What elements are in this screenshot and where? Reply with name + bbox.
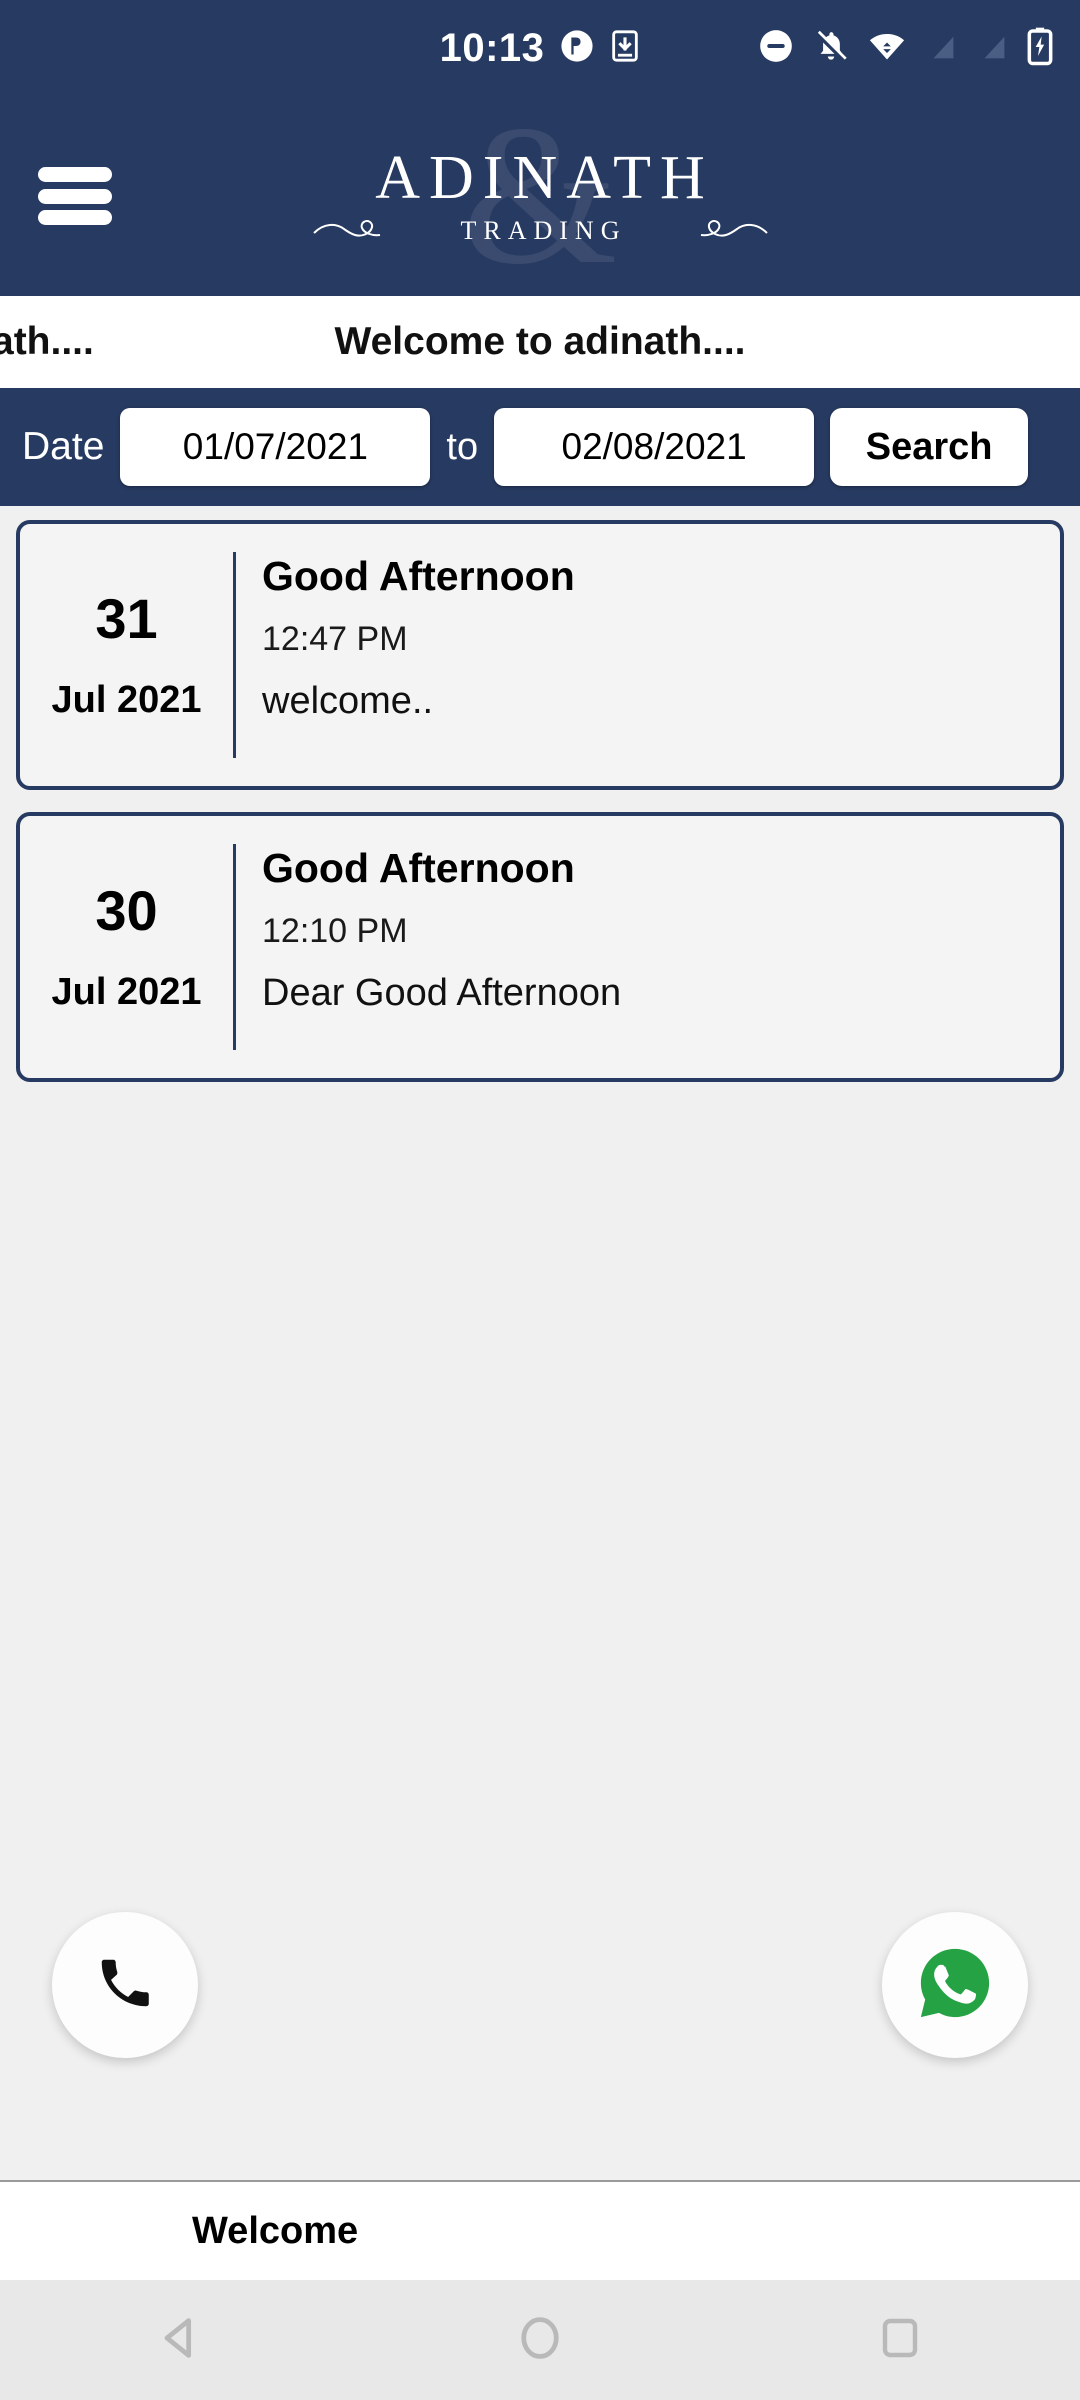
wifi-icon [867,27,907,70]
app-notification-icon [560,29,594,68]
notification-message: Dear Good Afternoon [262,972,622,1015]
status-bar-clock: 10:13 [439,26,545,70]
notification-time: 12:47 PM [262,620,408,659]
search-button[interactable]: Search [830,408,1029,486]
notifications-off-icon [812,27,850,70]
flourish-left-icon [312,219,380,237]
bottom-bar-label: Welcome [192,2209,359,2252]
phone-icon [94,1952,156,2019]
notification-day: 30 [95,879,158,942]
home-circle-icon [514,2312,566,2369]
notification-card[interactable]: 30 Jul 2021 Good Afternoon 12:10 PM Dear… [16,812,1064,1082]
battery-charging-icon [1026,26,1054,71]
notification-title: Good Afternoon [262,553,575,599]
notification-day: 31 [95,587,158,650]
nav-home-button[interactable] [465,2280,615,2400]
status-bar: 10:13 [0,0,1080,96]
date-filter-bar: Date to Search [0,388,1080,506]
brand-logo: & ADINATH TRADING [0,96,1080,296]
marquee-banner: ath.... Welcome to adinath.... [0,296,1080,388]
notification-month-year: Jul 2021 [51,971,202,1013]
sd-card-download-icon [610,29,640,68]
date-to-input[interactable] [494,408,815,486]
notification-message: welcome.. [262,680,434,723]
marquee-text: Welcome to adinath.... [334,320,746,363]
logo-subtitle: TRADING [460,215,627,245]
date-range-separator: to [446,425,479,468]
nav-back-button[interactable] [105,2280,255,2400]
notification-title: Good Afternoon [262,845,575,891]
recents-square-icon [876,2314,924,2367]
back-triangle-icon [154,2312,206,2369]
notification-date: 30 Jul 2021 [20,816,233,1078]
notification-card[interactable]: 31 Jul 2021 Good Afternoon 12:47 PM welc… [16,520,1064,790]
android-navigation-bar [0,2280,1080,2400]
notification-body: Good Afternoon 12:10 PM Dear Good Aftern… [236,816,1060,1078]
date-from-input[interactable] [120,408,431,486]
app-screen: 10:13 & ADINATH TRADING ath.... Welcome … [0,0,1080,2400]
call-fab-button[interactable] [52,1912,198,2058]
notification-month-year: Jul 2021 [51,679,202,721]
signal-off-icon [975,27,1009,70]
whatsapp-fab-button[interactable] [882,1912,1028,2058]
app-bar: & ADINATH TRADING [0,96,1080,296]
flourish-right-icon [700,219,768,237]
notification-body: Good Afternoon 12:47 PM welcome.. [236,524,1060,786]
bottom-status-bar: Welcome [0,2180,1080,2280]
do-not-disturb-icon [757,27,795,70]
marquee-tail-text: ath.... [0,320,94,363]
notification-date: 31 Jul 2021 [20,524,233,786]
status-bar-right-group [757,0,1054,96]
whatsapp-icon [913,1941,997,2030]
signal-off-icon [924,27,958,70]
logo-title: ADINATH [375,144,714,213]
date-filter-label: Date [22,425,105,468]
notification-time: 12:10 PM [262,912,408,951]
nav-recents-button[interactable] [825,2280,975,2400]
logo-subtitle-row: TRADING [310,216,771,246]
notification-list: 31 Jul 2021 Good Afternoon 12:47 PM welc… [0,506,1080,2180]
